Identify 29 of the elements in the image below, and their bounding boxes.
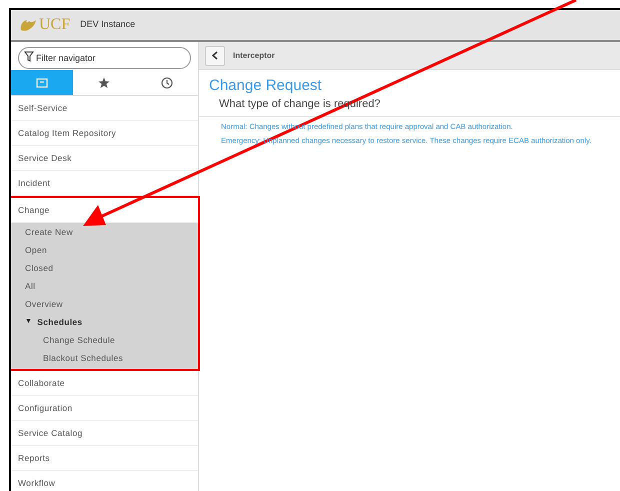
- breadcrumb-label: Interceptor: [233, 50, 275, 62]
- nav-item[interactable]: Configuration: [11, 396, 198, 421]
- archive-icon: [36, 76, 48, 88]
- nav-item[interactable]: Service Desk: [11, 146, 198, 171]
- nav-sub-item[interactable]: Closed: [25, 262, 54, 274]
- logo-text: UCF: [39, 17, 70, 33]
- pegasus-logo-icon: [19, 18, 37, 32]
- nav-item[interactable]: Collaborate: [11, 371, 198, 396]
- nav-item[interactable]: Service Catalog: [11, 421, 198, 446]
- nav-sub-item[interactable]: Blackout Schedules: [43, 352, 124, 364]
- nav-sub-item[interactable]: Open: [25, 244, 47, 256]
- nav-item[interactable]: Incident: [11, 171, 198, 196]
- back-button[interactable]: [205, 46, 225, 66]
- nav-item[interactable]: Reports: [11, 446, 198, 471]
- star-icon: [98, 76, 110, 88]
- instance-label: DEV Instance: [80, 18, 136, 32]
- page-title: Change Request: [209, 76, 323, 96]
- nav-item[interactable]: Self-Service: [11, 96, 198, 121]
- nav-sub-item[interactable]: Change Schedule: [43, 334, 116, 346]
- filter-icon: [24, 51, 34, 62]
- nav-sub-item[interactable]: Create New: [25, 226, 73, 238]
- nav-item[interactable]: Workflow: [11, 471, 198, 491]
- nav-sub-item[interactable]: Overview: [25, 298, 63, 310]
- back-icon: [212, 51, 218, 60]
- nav-item[interactable]: Catalog Item Repository: [11, 121, 198, 146]
- filter-field[interactable]: Filter navigator: [18, 47, 191, 69]
- nav-group-label[interactable]: Schedules: [37, 316, 82, 328]
- nav-sub-item[interactable]: All: [25, 280, 36, 292]
- clock-icon: [160, 76, 173, 88]
